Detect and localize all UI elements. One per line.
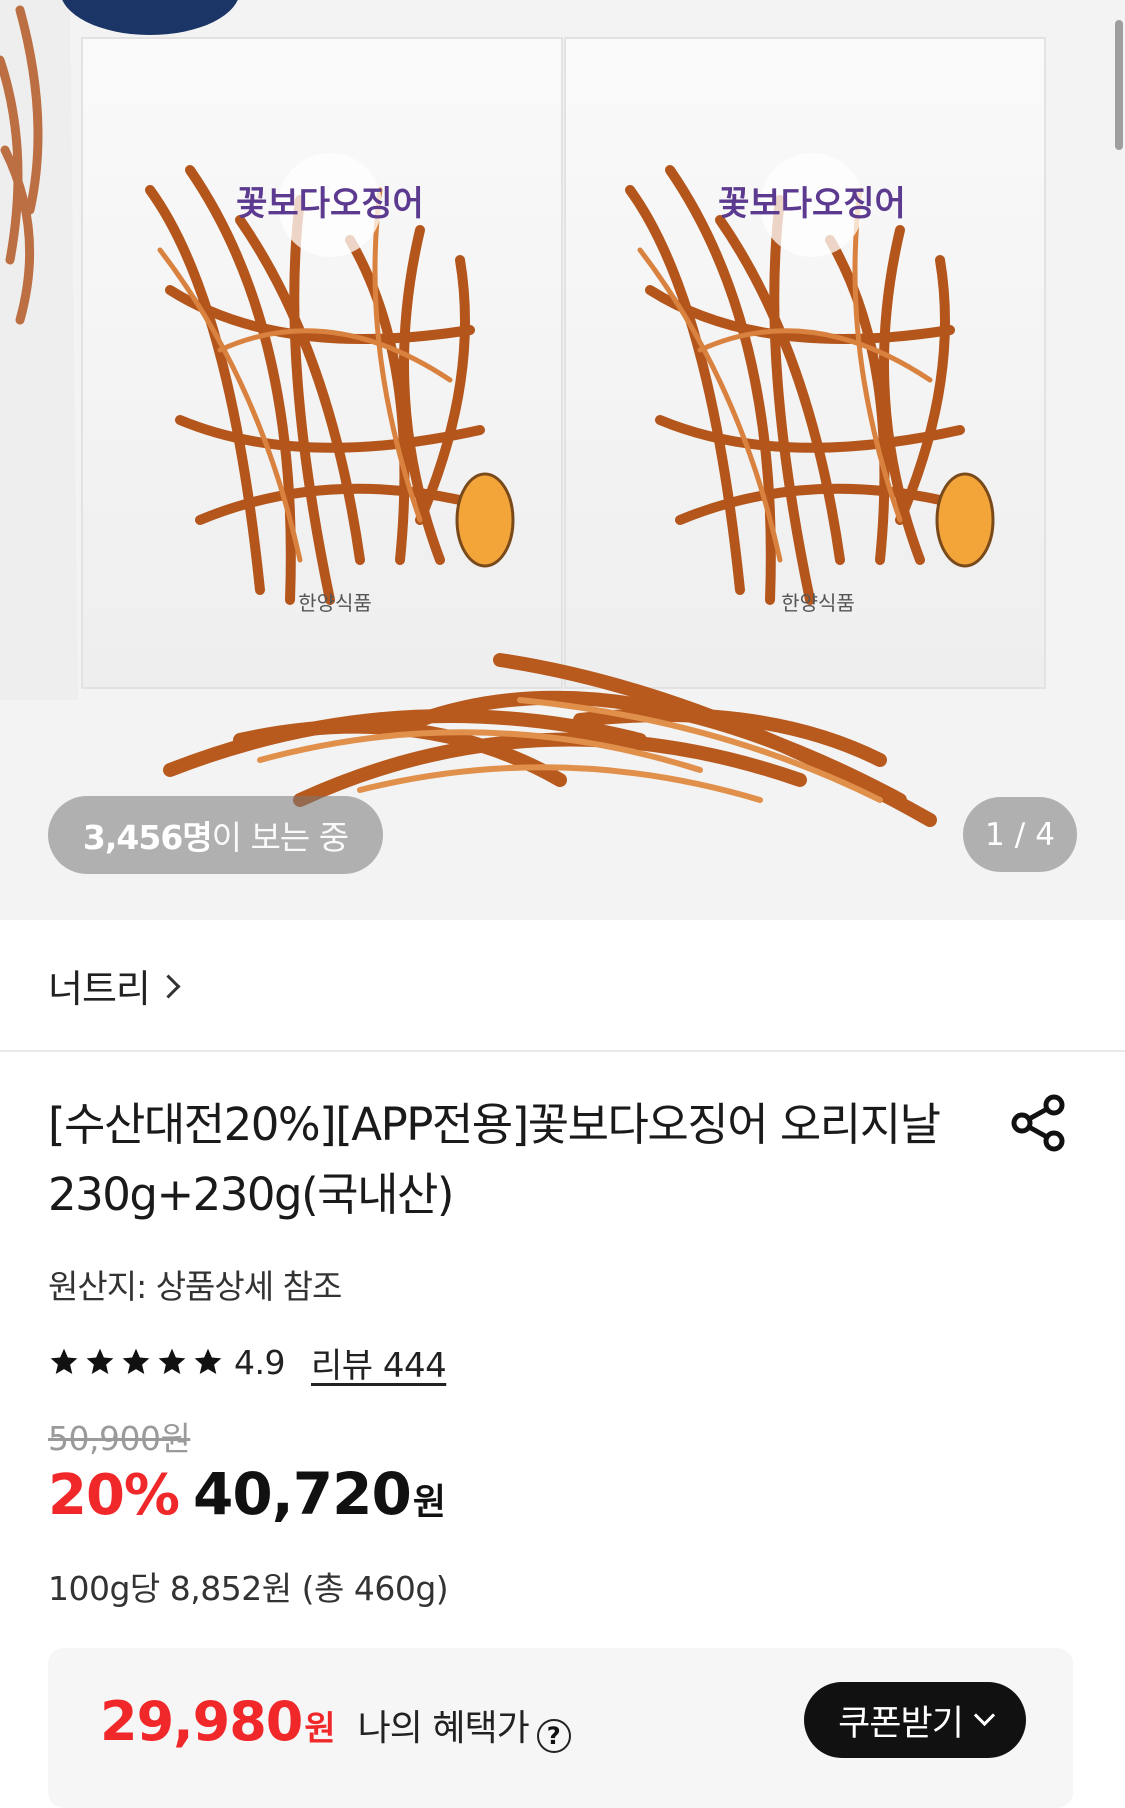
discount-rate: 20% [48, 1463, 180, 1528]
rating-stars [48, 1346, 224, 1378]
viewers-count: 3,456명 [82, 818, 213, 857]
page-current: 1 [985, 816, 1005, 853]
price-row: 20% 40,720 원 [48, 1460, 446, 1540]
rating-value: 4.9 [234, 1342, 285, 1382]
get-coupon-button[interactable]: 쿠폰받기 [804, 1682, 1026, 1758]
coupon-button-label: 쿠폰받기 [838, 1703, 964, 1744]
seller-link[interactable]: 너트리 [0, 920, 1125, 1052]
star-icon [86, 1348, 114, 1374]
image-page-counter: 1/4 [963, 797, 1077, 872]
brand-logo-text-left: 꽃보다오징어 [236, 184, 424, 224]
page-total: 4 [1035, 816, 1055, 853]
page-separator: / [1014, 816, 1026, 853]
chevron-down-icon [973, 1704, 996, 1726]
manufacturer-text-left: 한양식품 [298, 591, 372, 615]
sale-price-currency: 원 [412, 1482, 446, 1523]
benefit-box: 29,980 원 나의 혜택가 ? 쿠폰받기 [48, 1648, 1073, 1808]
viewers-count-badge: 3,456명 이 보는 중 [48, 796, 383, 874]
star-icon [122, 1348, 150, 1374]
manufacturer-text-right: 한양식품 [781, 591, 855, 615]
sale-price: 40,720 [193, 1460, 412, 1528]
share-button[interactable] [1010, 1094, 1068, 1152]
star-icon [158, 1348, 186, 1374]
chevron-right-icon [156, 973, 181, 999]
seller-name: 너트리 [48, 966, 151, 1011]
product-image-gallery[interactable]: 꽃보다오징어 꽃보다오징어 한양식품 한양식품 3,456명 이 보는 중 1/4 [0, 0, 1125, 920]
page-scrollbar[interactable] [1115, 20, 1123, 150]
benefit-price-currency: 원 [304, 1709, 336, 1749]
share-icon [1011, 1094, 1065, 1152]
benefit-price: 29,980 [100, 1690, 303, 1753]
origin-info: 원산지: 상품상세 참조 [48, 1267, 342, 1306]
viewers-suffix: 이 보는 중 [211, 818, 349, 857]
star-icon [194, 1348, 222, 1374]
rating-row: 4.9 리뷰 444 [48, 1338, 447, 1387]
benefit-label: 나의 혜택가 [357, 1708, 530, 1749]
original-price: 50,900원 [48, 1419, 191, 1458]
product-title: [수산대전20%][APP전용]꽃보다오징어 오리지날 230g+230g(국내… [48, 1098, 941, 1221]
product-photo: 꽃보다오징어 꽃보다오징어 한양식품 한양식품 [0, 0, 1125, 920]
star-icon [50, 1348, 78, 1374]
help-icon[interactable]: ? [536, 1719, 571, 1753]
benefit-price-row: 29,980 원 나의 혜택가 ? [100, 1690, 571, 1753]
unit-price: 100g당 8,852원 (총 460g) [48, 1569, 449, 1608]
brand-logo-text-right: 꽃보다오징어 [718, 184, 906, 224]
review-link[interactable]: 리뷰 444 [311, 1338, 447, 1387]
